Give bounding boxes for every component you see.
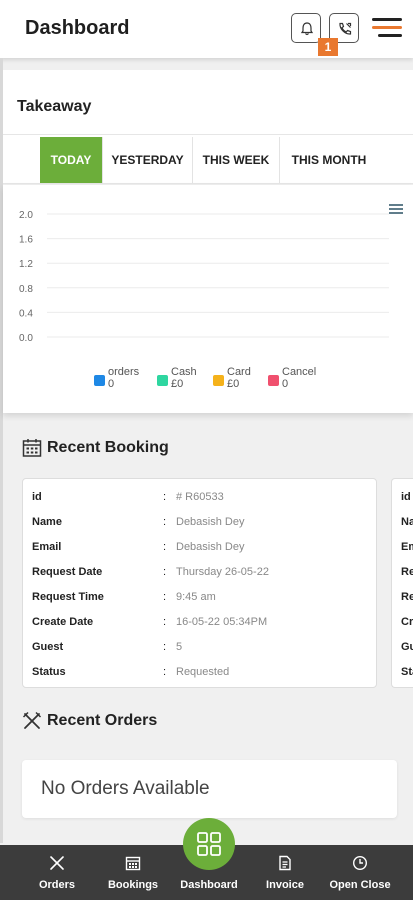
row-key: Gu (401, 641, 413, 653)
nav-invoice[interactable]: Invoice (258, 845, 312, 900)
booking-row-guest: Gu (392, 641, 413, 659)
nav-orders[interactable]: Orders (30, 845, 84, 900)
legend-swatch (157, 375, 168, 386)
legend-swatch (268, 375, 279, 386)
booking-row-request-time: Re (392, 591, 413, 609)
row-key: Email (32, 541, 62, 553)
row-separator: : (163, 541, 167, 553)
chart-menu-icon[interactable] (389, 204, 403, 216)
row-key: Sta (401, 666, 413, 678)
row-key: Request Date (32, 566, 103, 578)
row-key: Re (401, 566, 413, 578)
tab-yesterday[interactable]: YESTERDAY (103, 137, 193, 183)
row-value: Debasish Dey (176, 516, 245, 528)
booking-row-create-date: Cr (392, 616, 413, 634)
tab-this-month[interactable]: THIS MONTH (280, 137, 378, 183)
recent-orders-title: Recent Orders (47, 712, 158, 729)
nav-bookings[interactable]: Bookings (103, 845, 163, 900)
dashboard-fab-button[interactable] (183, 818, 235, 870)
row-key: Re (401, 591, 413, 603)
takeaway-title: Takeaway (17, 98, 92, 115)
legend-label: orders (108, 366, 140, 378)
tab-today[interactable]: TODAY (40, 137, 103, 183)
row-separator: : (163, 566, 167, 578)
booking-row-status: Sta (392, 666, 413, 684)
chart-plot: 2.0 1.6 1.2 0.8 0.4 0.0 (19, 210, 389, 344)
row-value: Thursday 26-05-22 (176, 566, 269, 578)
page-title: Dashboard (25, 17, 130, 39)
row-key: Name (32, 516, 62, 528)
row-value: 5 (176, 641, 183, 653)
legend-value: 0 (282, 378, 289, 390)
notification-button[interactable] (291, 13, 321, 43)
booking-card-partial[interactable]: id Na Em Re Re Cr Gu Sta (391, 478, 413, 688)
y-tick-label: 0.8 (19, 284, 33, 295)
legend-label: Card (227, 366, 251, 378)
legend-value: 0 (108, 378, 115, 390)
row-value: Debasish Dey (176, 541, 245, 553)
booking-row-id: id (392, 491, 413, 509)
row-separator: : (163, 666, 167, 678)
date-filter-tabs: TODAY YESTERDAY THIS WEEK THIS MONTH (3, 134, 413, 184)
nav-label: Dashboard (180, 879, 238, 891)
legend-value: £0 (227, 378, 240, 390)
phone-icon (339, 22, 352, 35)
legend-value: £0 (171, 378, 184, 390)
app-header: Dashboard 1 (0, 0, 413, 58)
row-separator: : (163, 591, 167, 603)
row-separator: : (163, 516, 167, 528)
row-key: Guest (32, 641, 64, 653)
legend-label: Cancel (282, 366, 317, 378)
row-key: Create Date (32, 616, 94, 628)
row-key: Cr (401, 616, 413, 628)
row-key: id (32, 491, 42, 503)
legend-label: Cash (171, 366, 197, 378)
booking-row-email: Em (392, 541, 413, 559)
y-tick-label: 0.0 (19, 333, 33, 344)
nav-label: Orders (38, 879, 76, 891)
calendar-icon (22, 439, 42, 457)
row-separator: : (163, 641, 167, 653)
row-separator: : (163, 616, 167, 628)
row-key: id (401, 491, 411, 503)
row-value: # R60533 (176, 491, 224, 503)
empty-orders-text: No Orders Available (41, 778, 210, 799)
fork-knife-icon (50, 856, 64, 870)
tab-this-week[interactable]: THIS WEEK (193, 137, 280, 183)
y-tick-label: 1.6 (19, 235, 33, 246)
row-value: Requested (176, 666, 230, 678)
notification-badge: 1 (318, 38, 338, 56)
invoice-icon (279, 855, 291, 871)
legend-swatch (94, 375, 105, 386)
row-key: Em (401, 541, 413, 553)
y-tick-label: 2.0 (19, 210, 33, 221)
hamburger-menu-icon[interactable] (372, 18, 402, 40)
legend-swatch (213, 375, 224, 386)
fork-knife-icon (22, 711, 42, 729)
row-key: Request Time (32, 591, 104, 603)
row-value: 9:45 am (176, 591, 216, 603)
nav-label: Invoice (266, 879, 304, 891)
nav-label: Bookings (107, 879, 159, 891)
y-tick-label: 0.4 (19, 308, 33, 319)
nav-label: Open Close (329, 879, 391, 891)
takeaway-section: Takeaway (3, 70, 413, 134)
booking-row-request-date: Re (392, 566, 413, 584)
row-key: Status (32, 666, 66, 678)
clock-icon (352, 855, 368, 871)
booking-card[interactable]: id: # R60533 Name: Debasish Dey Email: Deba… (22, 478, 377, 688)
grid-icon (197, 832, 221, 856)
row-key: Na (401, 516, 413, 528)
takeaway-chart: 2.0 1.6 1.2 0.8 0.4 0.0 (3, 185, 413, 413)
row-value: 16-05-22 05:34PM (176, 616, 268, 628)
calendar-icon (125, 856, 141, 871)
recent-booking-title: Recent Booking (47, 439, 169, 456)
bell-icon (300, 22, 314, 36)
y-tick-label: 1.2 (19, 259, 33, 270)
nav-open-close[interactable]: Open Close (326, 845, 394, 900)
row-separator: : (163, 491, 167, 503)
booking-row-name: Na (392, 516, 413, 534)
empty-orders-card: No Orders Available (22, 760, 397, 818)
